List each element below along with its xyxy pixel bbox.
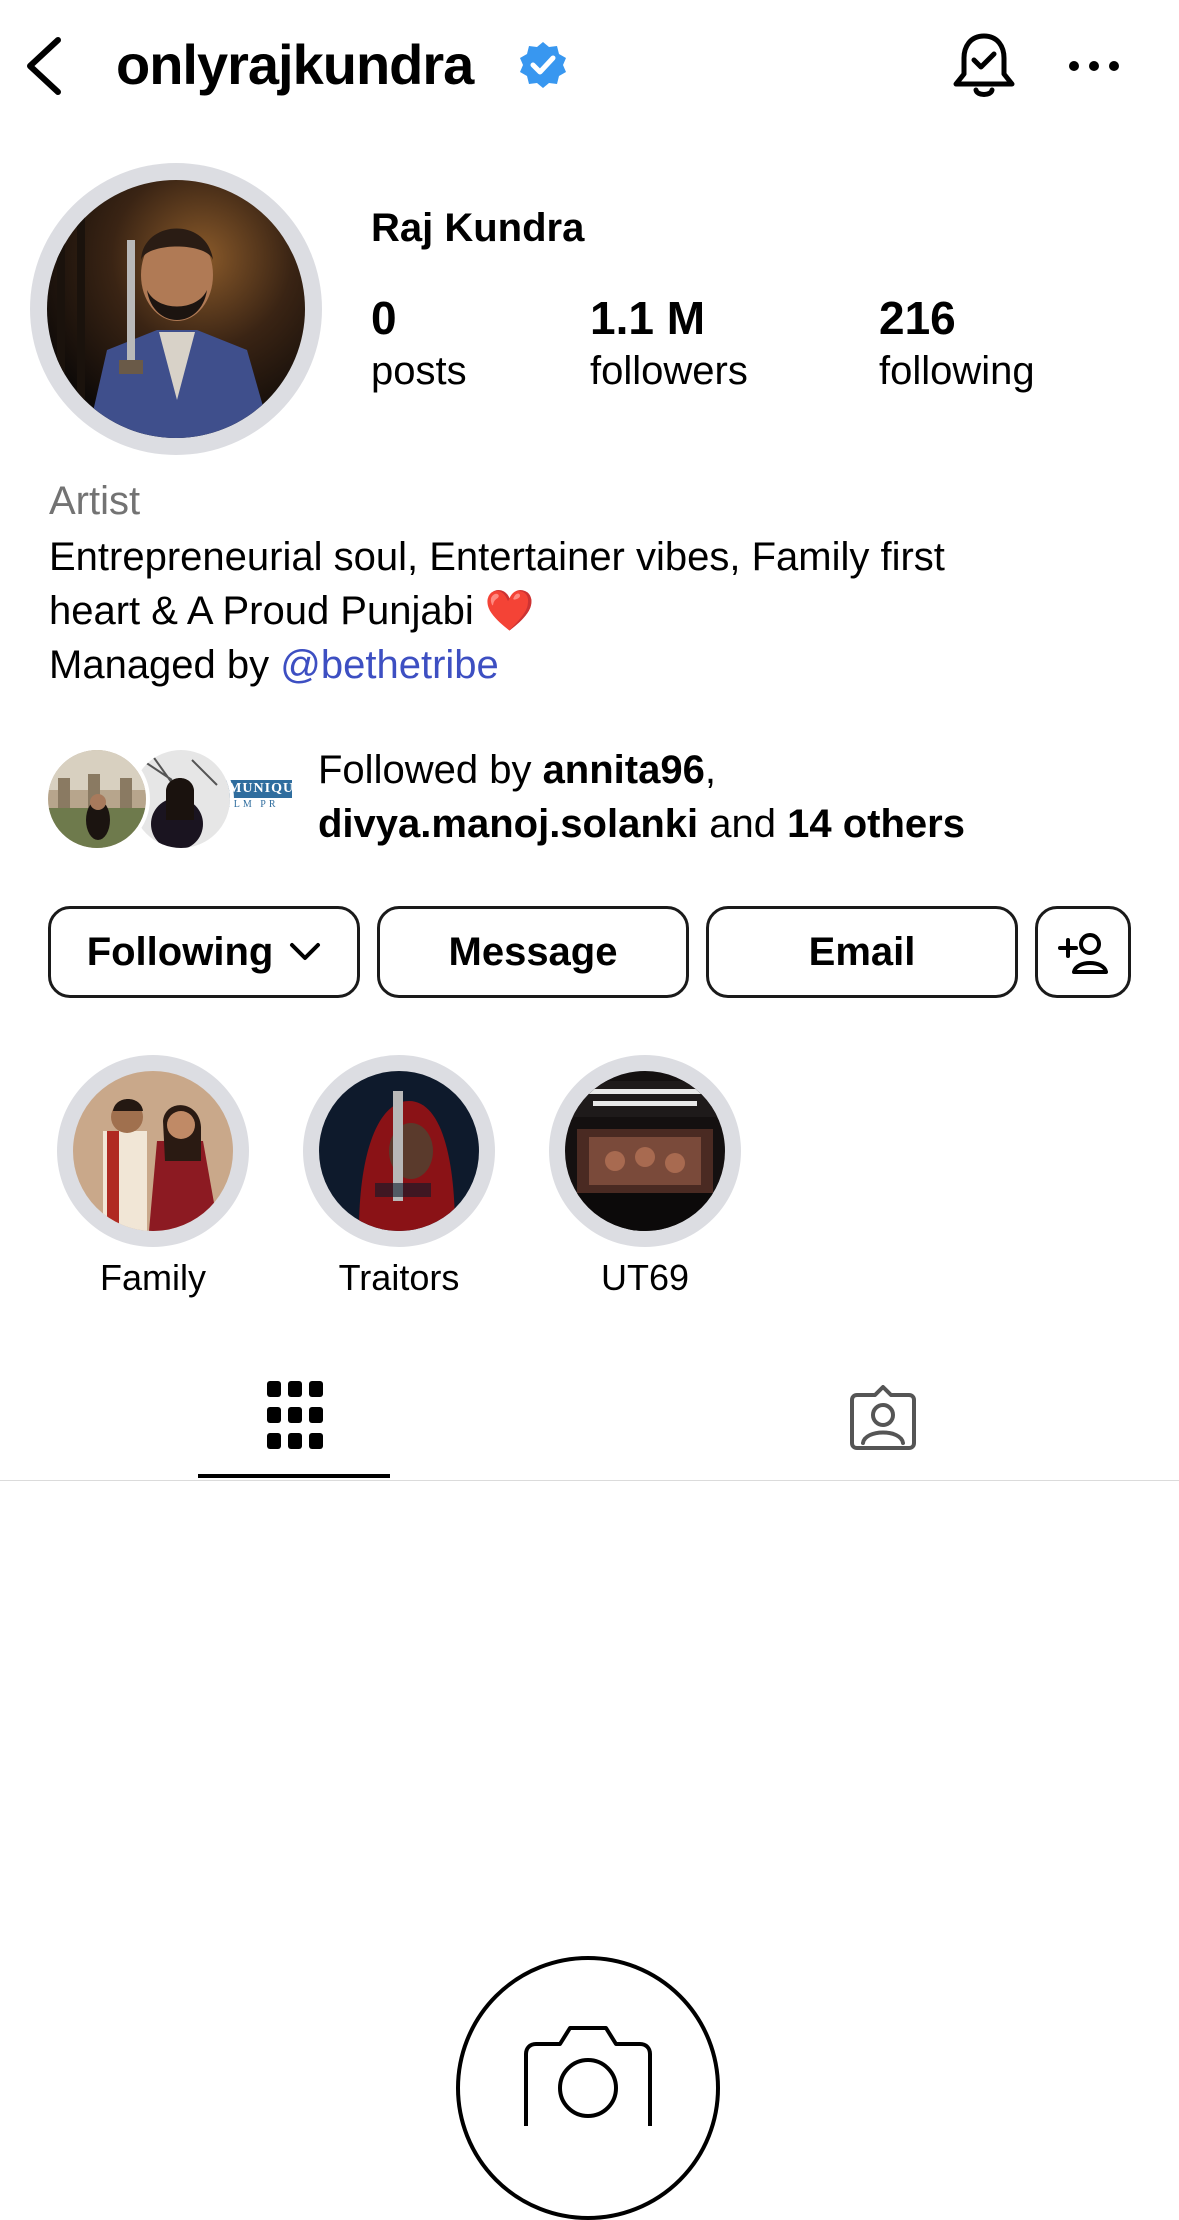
camera-icon [524, 2026, 652, 2126]
avatar[interactable] [47, 180, 305, 438]
followed-by-others[interactable]: 14 others [787, 802, 965, 846]
followed-by-prefix: Followed by [318, 748, 543, 792]
more-options-icon[interactable] [1068, 44, 1120, 88]
followed-by-comma: , [704, 748, 716, 792]
highlight-ut69-image [565, 1071, 725, 1231]
tagged-icon[interactable] [849, 1385, 917, 1451]
chevron-down-icon [290, 943, 321, 960]
profile-username: onlyrajkundra [116, 33, 474, 96]
highlight-ut69[interactable] [565, 1071, 725, 1231]
posts-label[interactable]: posts [371, 348, 467, 394]
display-name: Raj Kundra [371, 206, 585, 250]
add-person-icon [1058, 933, 1108, 974]
bio-managed-by: Managed by [49, 643, 281, 687]
followed-by-text[interactable]: Followed by annita96, divya.manoj.solank… [318, 743, 1158, 851]
follower-avatar-1[interactable] [44, 746, 150, 852]
profile-category: Artist [49, 479, 141, 523]
active-tab-indicator [198, 1474, 390, 1478]
followers-count[interactable]: 1.1 M [590, 292, 705, 344]
followers-label[interactable]: followers [590, 348, 748, 394]
highlight-family[interactable] [73, 1071, 233, 1231]
message-button[interactable]: Message [377, 906, 689, 998]
highlight-traitors-image [319, 1071, 479, 1231]
followed-by-user-2[interactable]: divya.manoj.solanki [318, 802, 698, 846]
followed-by-user-1[interactable]: annita96 [543, 748, 705, 792]
following-button-label: Following [86, 929, 274, 974]
highlight-traitors-label[interactable]: Traitors [274, 1256, 524, 1300]
email-button-label: Email [808, 929, 916, 974]
tabs-divider [0, 1480, 1179, 1481]
bio-line-2: heart & A Proud Punjabi ❤️ [49, 589, 535, 633]
bio-line-1: Entrepreneurial soul, Entertainer vibes,… [49, 535, 945, 579]
posts-count[interactable]: 0 [371, 292, 397, 344]
following-button[interactable]: Following [48, 906, 360, 998]
message-button-label: Message [448, 929, 618, 974]
highlight-ut69-label[interactable]: UT69 [520, 1256, 770, 1300]
following-count[interactable]: 216 [879, 292, 956, 344]
profile-bio: Entrepreneurial soul, Entertainer vibes,… [49, 530, 1129, 692]
grid-icon[interactable] [267, 1381, 323, 1449]
followed-by-and: and [698, 802, 788, 846]
bio-mention-link[interactable]: @bethetribe [280, 643, 499, 687]
email-button[interactable]: Email [706, 906, 1018, 998]
highlight-traitors[interactable] [319, 1071, 479, 1231]
suggested-users-button[interactable] [1035, 906, 1131, 998]
follower-photo-1 [48, 750, 146, 848]
bell-check-icon[interactable] [950, 30, 1018, 102]
highlight-family-label[interactable]: Family [28, 1256, 278, 1300]
following-label[interactable]: following [879, 348, 1035, 394]
avatar-photo [47, 180, 305, 438]
verified-badge-icon [520, 42, 566, 88]
highlight-family-image [73, 1071, 233, 1231]
back-arrow-icon[interactable] [22, 34, 66, 98]
